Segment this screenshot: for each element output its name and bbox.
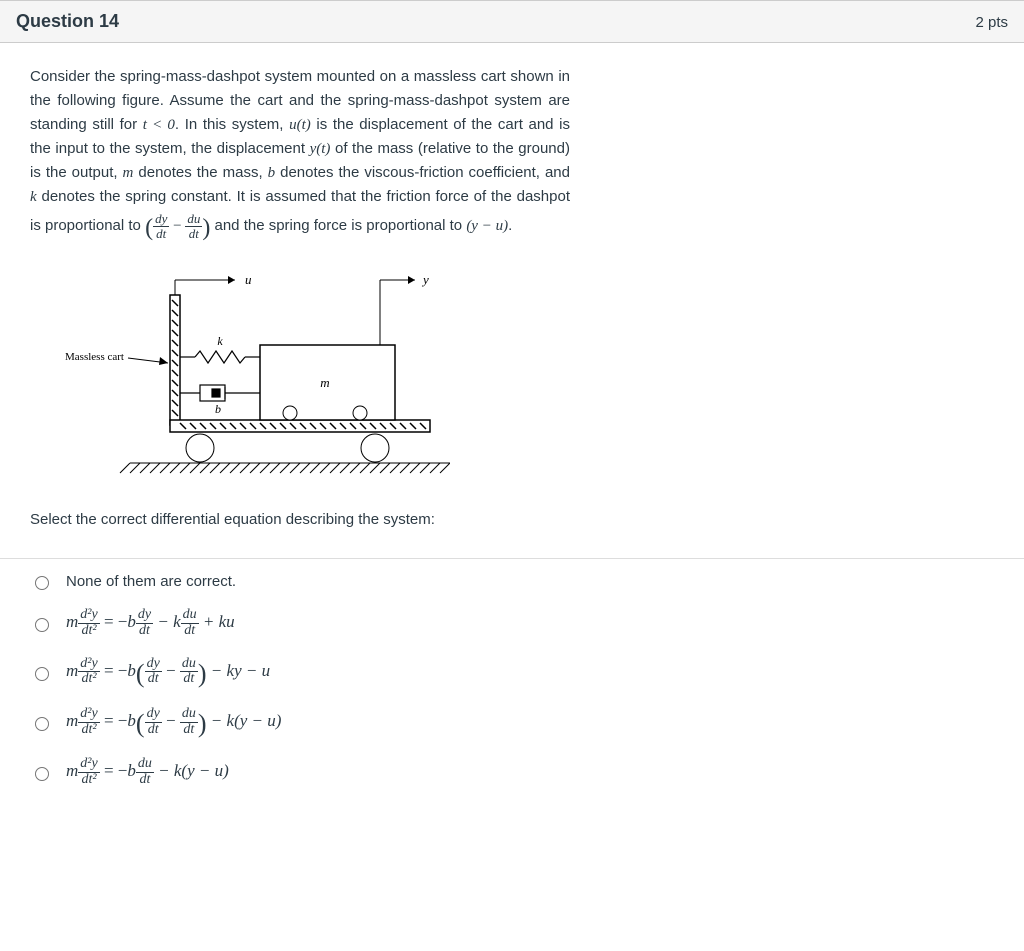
question-points: 2 pts <box>975 14 1008 31</box>
text: and the spring force is proportional to <box>210 217 466 234</box>
select-prompt: Select the correct differential equation… <box>30 511 570 528</box>
var-b: b <box>268 165 276 181</box>
option-d-eq: md²ydt² = −b(dydt − dudt) − k(y − u) <box>66 707 281 739</box>
svg-text:k: k <box>217 334 223 348</box>
var-yu: (y − u) <box>466 218 508 234</box>
dashpot-fraction: (dydt − dudt) <box>145 218 210 234</box>
option-a-text: None of them are correct. <box>66 573 236 590</box>
option-d[interactable]: md²ydt² = −b(dydt − dudt) − k(y − u) <box>0 693 1024 743</box>
system-figure: m k b <box>30 265 570 489</box>
option-e-eq: md²ydt² = −bdudt − k(y − u) <box>66 757 229 787</box>
option-a[interactable]: None of them are correct. <box>0 559 1024 594</box>
option-b[interactable]: md²ydt² = −bdydt − kdudt + ku <box>0 594 1024 642</box>
option-b-eq: md²ydt² = −bdydt − kdudt + ku <box>66 608 235 638</box>
svg-text:b: b <box>215 402 221 416</box>
text: . In this system, <box>175 116 289 133</box>
text: denotes the mass, <box>133 164 267 181</box>
option-b-radio[interactable] <box>35 618 49 632</box>
option-a-radio[interactable] <box>35 576 49 590</box>
question-text: Consider the spring-mass-dashpot system … <box>30 65 570 247</box>
option-c-eq: md²ydt² = −b(dydt − dudt) − ky − u <box>66 657 270 689</box>
question-title: Question 14 <box>16 11 119 32</box>
option-c-radio[interactable] <box>35 667 49 681</box>
var-t: t < 0 <box>143 117 175 133</box>
var-k: k <box>30 189 37 205</box>
option-c[interactable]: md²ydt² = −b(dydt − dudt) − ky − u <box>0 643 1024 693</box>
text: . <box>508 217 512 234</box>
option-e-radio[interactable] <box>35 767 49 781</box>
option-e[interactable]: md²ydt² = −bdudt − k(y − u) <box>0 743 1024 791</box>
question-header: Question 14 2 pts <box>0 0 1024 43</box>
svg-text:m: m <box>320 375 329 390</box>
svg-text:y: y <box>421 272 429 287</box>
var-m: m <box>123 165 134 181</box>
svg-text:Massless cart: Massless cart <box>65 351 124 363</box>
var-ut: u(t) <box>289 117 311 133</box>
var-yt: y(t) <box>310 141 331 157</box>
text: denotes the viscous-friction coefficient… <box>275 164 570 181</box>
answer-options: None of them are correct. md²ydt² = −bdy… <box>0 558 1024 791</box>
svg-text:u: u <box>245 272 252 287</box>
option-d-radio[interactable] <box>35 717 49 731</box>
